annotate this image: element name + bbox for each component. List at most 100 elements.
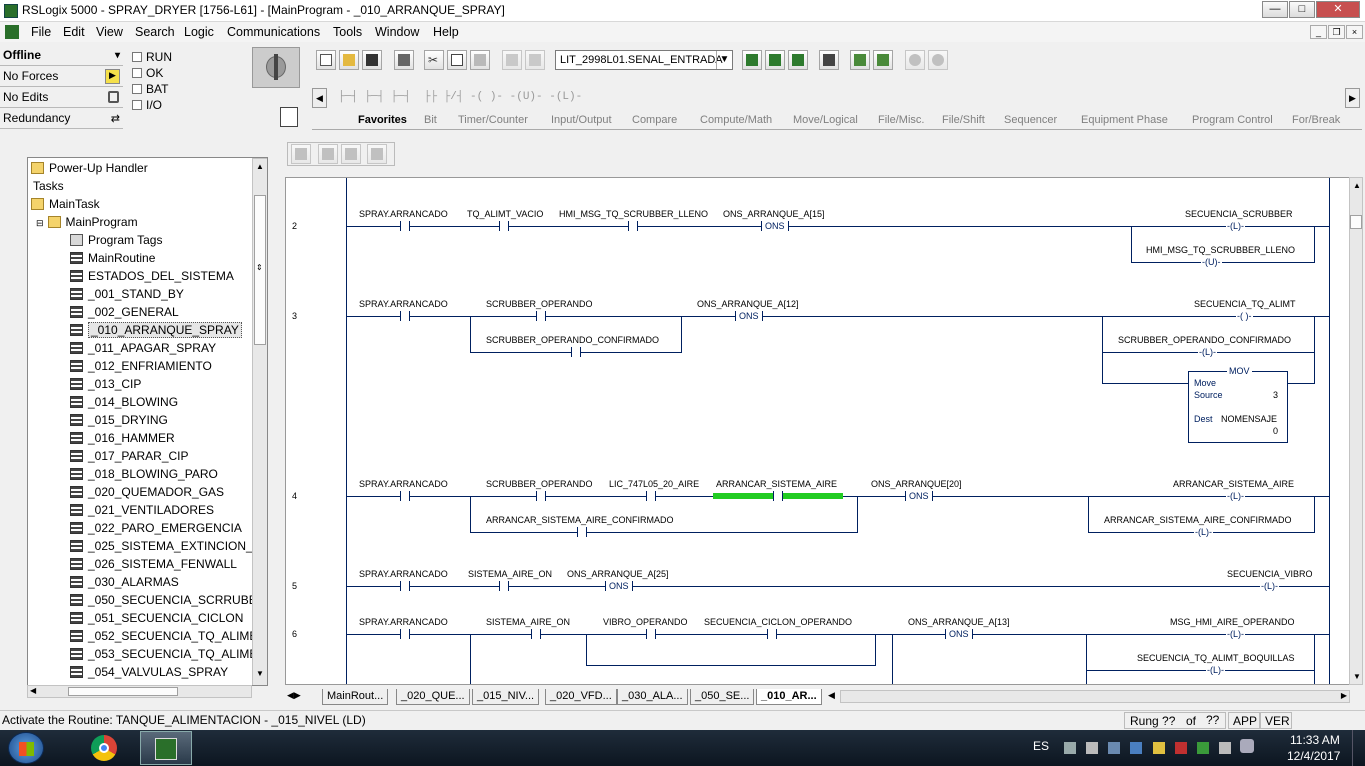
scroll-down-icon[interactable]: ▼ [256, 669, 264, 678]
coil-tag[interactable]: SECUENCIA_TQ_ALIMT [1194, 299, 1296, 309]
collapse-icon[interactable]: ⊟ [36, 218, 44, 228]
xic-contact[interactable] [400, 311, 410, 321]
contact-tag[interactable]: LIC_747L05_20_AIRE [609, 479, 699, 489]
ons-tag[interactable]: ONS_ARRANQUE_A[13] [908, 617, 1010, 627]
tree-item-routine[interactable]: _025_SISTEMA_EXTINCION_FU [70, 537, 267, 555]
ons-tag[interactable]: ONS_ARRANQUE[20] [871, 479, 962, 489]
xic-contact[interactable] [400, 629, 410, 639]
tray-app-icon[interactable] [1086, 742, 1098, 754]
tab-file-shift[interactable]: File/Shift [942, 114, 985, 126]
contact-tag[interactable]: SPRAY.ARRANCADO [359, 617, 448, 627]
ons-instruction[interactable]: ONS [735, 311, 763, 321]
tab-timer-counter[interactable]: Timer/Counter [458, 114, 528, 126]
scroll-down-icon[interactable]: ▼ [1353, 672, 1361, 681]
ladder-editor[interactable]: 2 SPRAY.ARRANCADO TQ_ALIMT_VACIO HMI_MSG… [285, 177, 1350, 685]
coil-tag[interactable]: SECUENCIA_VIBRO [1227, 569, 1313, 579]
undo-icon[interactable] [502, 50, 522, 70]
menu-file[interactable]: File [31, 25, 51, 39]
open-icon[interactable] [339, 50, 359, 70]
scroll-up-icon[interactable]: ▲ [256, 162, 264, 171]
rung-number[interactable]: 3 [292, 311, 297, 321]
menu-search[interactable]: Search [135, 25, 175, 39]
tree-item-mainroutine[interactable]: MainRoutine [70, 249, 155, 267]
ons-instruction[interactable]: ONS [605, 581, 633, 591]
contact-tag[interactable]: HMI_MSG_TQ_SCRUBBER_LLENO [559, 209, 708, 219]
close-button[interactable]: ✕ [1316, 1, 1360, 18]
go-online-icon[interactable] [765, 50, 785, 70]
tab-010-ar-active[interactable]: _010_AR... [756, 689, 822, 705]
scroll-up-icon[interactable]: ▲ [1353, 181, 1361, 190]
forces-icon[interactable]: ▶ [105, 69, 120, 84]
xic-contact[interactable] [499, 221, 509, 231]
xic-contact[interactable] [400, 581, 410, 591]
tab-move-logical[interactable]: Move/Logical [793, 114, 858, 126]
latch-coil[interactable]: -(L)- [1194, 528, 1213, 537]
xic-contact[interactable] [773, 491, 783, 501]
document-icon[interactable] [5, 25, 19, 39]
contact-tag[interactable]: TQ_ALIMT_VACIO [467, 209, 543, 219]
tag-search-dropdown[interactable]: LIT_2998L01.SENAL_ENTRADA ▼ [555, 50, 733, 70]
mov-source-value[interactable]: 3 [1273, 390, 1278, 400]
menu-edit[interactable]: Edit [63, 25, 85, 39]
rung-number[interactable]: 5 [292, 581, 297, 591]
xic-contact[interactable] [577, 527, 587, 537]
menu-help[interactable]: Help [433, 25, 459, 39]
rung-number[interactable]: 6 [292, 629, 297, 639]
zoom-in-icon[interactable] [905, 50, 925, 70]
tree-item-power-up[interactable]: Power-Up Handler [31, 159, 148, 177]
tray-app-icon[interactable] [1219, 742, 1231, 754]
tree-item-routine[interactable]: _001_STAND_BY [70, 285, 184, 303]
coil-tag[interactable]: ARRANCAR_SISTEMA_AIRE [1173, 479, 1294, 489]
tree-item-routine[interactable]: _030_ALARMAS [70, 573, 179, 591]
show-desktop-button[interactable] [1352, 730, 1365, 766]
coil-tag[interactable]: SECUENCIA_TQ_ALIMT_BOQUILLAS [1137, 653, 1295, 663]
latch-coil[interactable]: -(L)- [1206, 666, 1225, 675]
tree-item-routine[interactable]: _013_CIP [70, 375, 141, 393]
tab-020-que[interactable]: _020_QUE... [396, 689, 470, 705]
latch-coil[interactable]: -(L)- [1260, 582, 1279, 591]
save-icon[interactable] [362, 50, 382, 70]
print-icon[interactable] [394, 50, 414, 70]
ons-tag[interactable]: ONS_ARRANQUE_A[15] [723, 209, 825, 219]
tree-item-tasks[interactable]: Tasks [33, 177, 64, 195]
tree-item-maintask[interactable]: MainTask [31, 195, 100, 213]
volume-icon[interactable] [1240, 739, 1254, 753]
tab-input-output[interactable]: Input/Output [551, 114, 612, 126]
latch-coil[interactable]: -(L)- [1198, 348, 1217, 357]
menu-communications[interactable]: Communications [227, 25, 320, 39]
tree-item-program-tags[interactable]: Program Tags [70, 231, 162, 249]
contact-tag[interactable]: SPRAY.ARRANCADO [359, 299, 448, 309]
tab-015-niv[interactable]: _015_NIV... [472, 689, 540, 705]
ons-instruction[interactable]: ONS [905, 491, 933, 501]
tree-item-routine[interactable]: _017_PARAR_CIP [70, 447, 189, 465]
tree-item-routine[interactable]: _014_BLOWING [70, 393, 178, 411]
network-icon[interactable] [1064, 742, 1076, 754]
menu-tools[interactable]: Tools [333, 25, 362, 39]
xic-contact[interactable] [400, 491, 410, 501]
clock-date[interactable]: 12/4/2017 [1287, 749, 1340, 763]
tree-item-routine[interactable]: _010_ARRANQUE_SPRAY [70, 321, 242, 339]
tab-mainroutine[interactable]: MainRout... [322, 689, 389, 705]
xic-contact[interactable] [571, 347, 581, 357]
verify-network-icon[interactable] [742, 50, 762, 70]
ons-instruction[interactable]: ONS [761, 221, 789, 231]
tree-hscrollbar[interactable]: ◀ [27, 685, 252, 698]
tab-program-control[interactable]: Program Control [1192, 114, 1273, 126]
cut-icon[interactable]: ✂ [424, 50, 444, 70]
xic-contact[interactable] [531, 629, 541, 639]
chrome-taskbar-button[interactable] [86, 733, 124, 763]
xic-contact[interactable] [536, 491, 546, 501]
unlatch-coil[interactable]: -(U)- [1201, 258, 1222, 267]
start-button[interactable] [8, 732, 44, 764]
scroll-right-small-icon[interactable]: ▶ [1341, 691, 1347, 700]
contact-tag[interactable]: SCRUBBER_OPERANDO [486, 479, 593, 489]
xic-contact[interactable] [767, 629, 777, 639]
contact-tag[interactable]: ARRANCAR_SISTEMA_AIRE [716, 479, 837, 489]
tree-item-routine[interactable]: _021_VENTILADORES [70, 501, 214, 519]
mov-instruction[interactable]: MOV Move Source 3 Dest NOMENSAJE 0 [1188, 366, 1288, 443]
tree-scrollbar[interactable]: ▲ ⇕ ▼ [252, 158, 267, 685]
tree-item-routine[interactable]: _015_DRYING [70, 411, 168, 429]
ons-tag[interactable]: ONS_ARRANQUE_A[25] [567, 569, 669, 579]
tree-item-routine[interactable]: _054_VALVULAS_SPRAY [70, 663, 228, 681]
ons-tag[interactable]: ONS_ARRANQUE_A[12] [697, 299, 799, 309]
